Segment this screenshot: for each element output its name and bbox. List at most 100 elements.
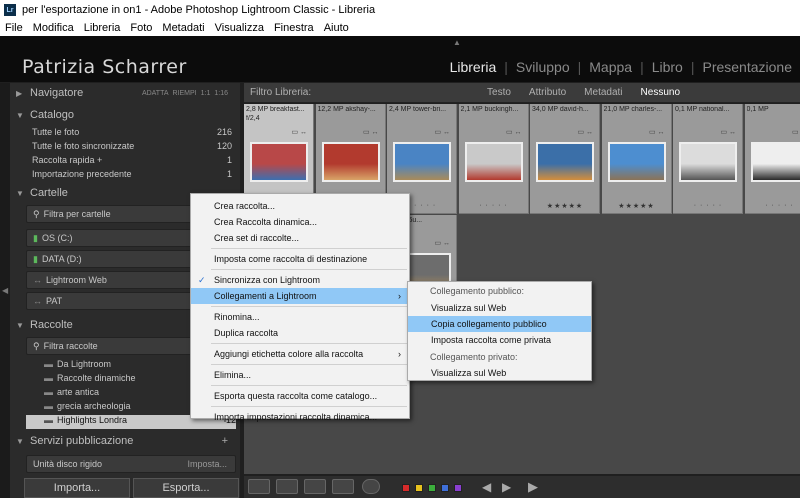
play-slideshow-icon[interactable]: ▶	[528, 479, 538, 495]
collection-item-label: ▬ grecia archeologia	[44, 401, 131, 415]
star-rating[interactable]: · · · · ·	[459, 202, 529, 209]
photo-thumbnail[interactable]	[250, 142, 308, 182]
loupe-view-icon[interactable]	[276, 479, 298, 494]
filter-option-testo[interactable]: Testo	[487, 87, 511, 98]
module-picker: Libreria | Sviluppo | Mappa | Libro | Presentazi…	[450, 59, 792, 75]
export-button[interactable]: Esporta...	[133, 478, 239, 498]
add-service-icon[interactable]: +	[222, 435, 228, 447]
context-menu-item[interactable]: ✓ Sincronizza con Lightroom	[191, 272, 409, 288]
arrow-right-icon[interactable]: ▶	[502, 480, 511, 494]
menu-separator	[211, 406, 407, 407]
publish-service-row[interactable]: Unità disco rigido Imposta...	[26, 455, 236, 473]
navigator-zoom-options[interactable]: ADATTA RIEMPI 1:1 1:16	[138, 90, 228, 97]
menu-libreria[interactable]: Libreria	[84, 22, 121, 34]
star-rating[interactable]: ★★★★★	[530, 202, 600, 210]
catalog-row-label: Raccolta rapida +	[32, 155, 103, 165]
publish-services-header[interactable]: ▼ Servizi pubblicazione +	[16, 433, 228, 449]
thumbnail-cell[interactable]: 34,0 MP david-h... ▭ ↔ ★★★★★	[530, 104, 600, 214]
star-rating[interactable]: ★★★★★	[602, 202, 672, 210]
photo-thumbnail[interactable]	[464, 142, 523, 182]
catalog-row[interactable]: Tutte le foto sincronizzate 120	[32, 141, 232, 155]
navigator-option[interactable]: 1:1	[201, 90, 211, 97]
publish-setup-link[interactable]: Imposta...	[187, 459, 227, 469]
context-menu-item[interactable]: Crea set di raccolte...	[191, 230, 409, 246]
view-on-web-private[interactable]: Visualizza sul Web	[408, 365, 591, 381]
context-menu-item[interactable]: Aggiungi etichetta colore alla raccolta ›	[191, 346, 409, 362]
view-on-web-public[interactable]: Visualizza sul Web	[408, 300, 591, 316]
context-menu-item[interactable]: Duplica raccolta	[191, 325, 409, 341]
context-menu-item-label: Importa impostazioni raccolta dinamica..…	[214, 412, 378, 422]
color-label-swatch[interactable]	[441, 484, 449, 492]
compare-view-icon[interactable]	[304, 479, 326, 494]
menu-metadati[interactable]: Metadati	[162, 22, 204, 34]
thumbnail-cell[interactable]: 0,1 MP ▭ ↔ · · · · ·	[744, 104, 800, 214]
module-libreria[interactable]: Libreria	[450, 59, 497, 75]
collapse-triangle-icon: ▼	[16, 188, 24, 198]
filter-option-nessuno[interactable]: Nessuno	[641, 87, 680, 98]
context-menu-item[interactable]: Esporta questa raccolta come catalogo...	[191, 388, 409, 404]
thumbnail-cell[interactable]: 2,1 MP buckingh... ▭ ↔ · · · · ·	[458, 104, 529, 214]
module-separator: |	[640, 59, 644, 75]
module-presentazione[interactable]: Presentazione	[702, 59, 792, 75]
checkmark-icon: ✓	[198, 274, 206, 285]
catalog-row[interactable]: Importazione precedente 1	[32, 169, 232, 183]
menu-aiuto[interactable]: Aiuto	[324, 22, 349, 34]
photo-thumbnail[interactable]	[536, 142, 594, 182]
color-label-swatch[interactable]	[428, 484, 436, 492]
menu-foto[interactable]: Foto	[130, 22, 152, 34]
star-rating[interactable]: · · · · ·	[673, 202, 743, 209]
make-collection-private[interactable]: Imposta raccolta come privata	[408, 332, 591, 348]
survey-view-icon[interactable]	[332, 479, 354, 494]
navigator-option[interactable]: 1:16	[214, 90, 228, 97]
menu-modifica[interactable]: Modifica	[33, 22, 74, 34]
context-menu-item[interactable]: Crea Raccolta dinamica...	[191, 214, 409, 230]
navigator-option[interactable]: RIEMPI	[173, 90, 197, 97]
thumbnail-cell[interactable]: 21,0 MP charles-... ▭ ↔ ★★★★★	[601, 104, 672, 214]
arrow-left-icon[interactable]: ◀	[482, 480, 491, 494]
color-label-swatch[interactable]	[402, 484, 410, 492]
module-mappa[interactable]: Mappa	[589, 59, 632, 75]
grid-view-icon[interactable]	[248, 479, 270, 494]
color-label-swatch[interactable]	[415, 484, 423, 492]
photo-thumbnail[interactable]	[679, 142, 737, 182]
thumbnail-cell[interactable]: 0,1 MP national... ▭ ↔ · · · · ·	[673, 104, 743, 214]
thumbnail-metadata: 21,0 MP charles-...	[603, 106, 663, 113]
filter-option-metadati[interactable]: Metadati	[584, 87, 622, 98]
context-menu-item[interactable]: Elimina...	[191, 367, 409, 383]
menu-bar: File Modifica Libreria Foto Metadati Visualiz…	[0, 20, 800, 36]
thumbnail-metadata: 2,4 MP tower-bri...	[389, 106, 447, 113]
people-view-icon[interactable]	[362, 479, 380, 494]
module-sviluppo[interactable]: Sviluppo	[516, 59, 570, 75]
context-menu-item[interactable]: Rinomina...	[191, 309, 409, 325]
photo-thumbnail[interactable]	[607, 142, 666, 182]
context-menu-item[interactable]: Crea raccolta...	[191, 198, 409, 214]
photo-thumbnail[interactable]	[750, 142, 800, 182]
catalog-row[interactable]: Tutte le foto 216	[32, 127, 232, 141]
navigator-header[interactable]: ▶ Navigatore ADATTA RIEMPI 1:1 1:16	[16, 85, 228, 101]
photo-thumbnail[interactable]	[321, 142, 380, 182]
navigator-option[interactable]: ADATTA	[142, 90, 169, 97]
copy-public-link[interactable]: Copia collegamento pubblico	[408, 316, 591, 332]
context-menu-item[interactable]: Importa impostazioni raccolta dinamica..…	[191, 409, 409, 425]
search-icon: ⚲	[33, 340, 40, 351]
menu-finestra[interactable]: Finestra	[274, 22, 314, 34]
context-menu-item[interactable]: Imposta come raccolta di destinazione	[191, 251, 409, 267]
context-menu-item-label: Elimina...	[214, 370, 252, 380]
volume-label: DATA (D:)	[41, 254, 82, 264]
filter-option-attributo[interactable]: Attributo	[529, 87, 566, 98]
import-button[interactable]: Importa...	[24, 478, 130, 498]
color-label-swatch[interactable]	[454, 484, 462, 492]
menu-file[interactable]: File	[5, 22, 23, 34]
star-rating[interactable]: · · · · ·	[745, 202, 800, 209]
collapse-triangle-icon: ▼	[16, 320, 24, 330]
collapse-left-panel-icon[interactable]: ◀	[2, 286, 8, 295]
collapse-top-panel-icon[interactable]: ▲	[453, 38, 461, 47]
menu-visualizza[interactable]: Visualizza	[215, 22, 264, 34]
context-menu-item[interactable]: Collegamenti a Lightroom ›	[191, 288, 409, 304]
module-libro[interactable]: Libro	[652, 59, 683, 75]
photo-thumbnail[interactable]	[393, 142, 451, 182]
menu-separator	[211, 385, 407, 386]
catalog-row-count: 1	[226, 169, 232, 179]
catalog-row[interactable]: Raccolta rapida + 1	[32, 155, 232, 169]
catalog-header[interactable]: ▼ Catalogo	[16, 107, 228, 123]
